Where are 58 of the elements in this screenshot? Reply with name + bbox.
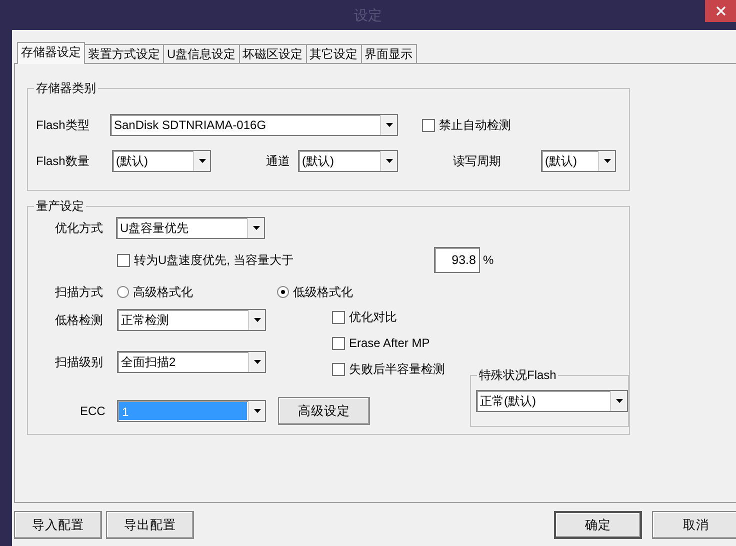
caret-icon <box>252 226 260 230</box>
caret-icon <box>254 409 260 413</box>
field-label: Flash数量 <box>36 153 90 170</box>
footer-button[interactable]: 导出配置 <box>106 511 194 539</box>
group-title: 量产设定 <box>34 198 86 214</box>
field-label: Flash类型 <box>36 117 90 134</box>
tab[interactable]: 存储器设定 <box>17 42 85 64</box>
checkbox-label: 优化对比 <box>349 309 397 326</box>
checkbox-label: 失败后半容量检测 <box>349 361 445 378</box>
advanced-settings-button[interactable]: 高级设定 <box>278 397 370 425</box>
footer-button[interactable]: 确定 <box>554 511 642 539</box>
radio-button[interactable] <box>117 286 129 298</box>
checkbox[interactable] <box>332 362 345 376</box>
checkbox-label: 转为U盘速度优先, 当容量大于 <box>134 252 294 269</box>
field-label: 读写周期 <box>453 153 502 170</box>
caret-icon <box>616 399 622 403</box>
checkbox[interactable] <box>117 254 130 266</box>
channel-select[interactable]: (默认) <box>298 150 398 172</box>
caret-icon <box>386 123 392 127</box>
tab[interactable]: 界面显示 <box>360 44 417 63</box>
footer-button[interactable]: 取消 <box>652 511 736 539</box>
radio-button[interactable] <box>277 286 289 298</box>
flash-count-select[interactable]: (默认) <box>112 150 211 172</box>
tab[interactable]: 装置方式设定 <box>84 44 164 63</box>
group-title: 存储器类别 <box>34 80 98 96</box>
scan-level-select[interactable]: 全面扫描2 <box>117 351 266 373</box>
radio-label: 高级格式化 <box>133 284 193 301</box>
footer-button[interactable]: 导入配置 <box>14 511 102 539</box>
field-label: 扫描级别 <box>55 354 104 371</box>
caret-icon <box>198 159 206 163</box>
checkbox[interactable] <box>332 310 345 324</box>
checkbox-label: Erase After MP <box>349 335 430 352</box>
field-label: 扫描方式 <box>55 284 104 301</box>
field-label: 低格检测 <box>55 312 104 329</box>
tab[interactable]: U盘信息设定 <box>163 44 240 63</box>
tab[interactable]: 坏磁区设定 <box>238 44 307 63</box>
rw-cycle-select[interactable]: (默认) <box>541 150 616 172</box>
field-label: 优化方式 <box>55 220 104 237</box>
checkbox[interactable] <box>422 118 435 132</box>
caret-icon <box>254 318 260 322</box>
checkbox[interactable] <box>332 336 345 350</box>
field-label: 通道 <box>266 153 291 170</box>
field-label: ECC <box>79 403 106 420</box>
special-flash-select[interactable]: 正常(默认) <box>476 390 628 412</box>
optimize-select[interactable]: U盘容量优先 <box>116 217 265 239</box>
checkbox-label: 禁止自动检测 <box>439 117 511 134</box>
close-icon <box>716 6 726 16</box>
close-button[interactable] <box>705 0 736 22</box>
caret-icon <box>254 360 260 364</box>
unit-label: % <box>483 252 494 269</box>
flash-type-select[interactable]: SanDisk SDTNRIAMA-016G <box>110 114 398 136</box>
group-title: 特殊状况Flash <box>477 367 558 383</box>
low-format-check-select[interactable]: 正常检测 <box>117 309 266 331</box>
tab[interactable]: 其它设定 <box>306 44 362 63</box>
percent-field[interactable]: 93.8 <box>434 247 480 273</box>
caret-icon <box>604 159 610 163</box>
radio-label: 低级格式化 <box>293 284 353 301</box>
caret-icon <box>386 159 392 163</box>
